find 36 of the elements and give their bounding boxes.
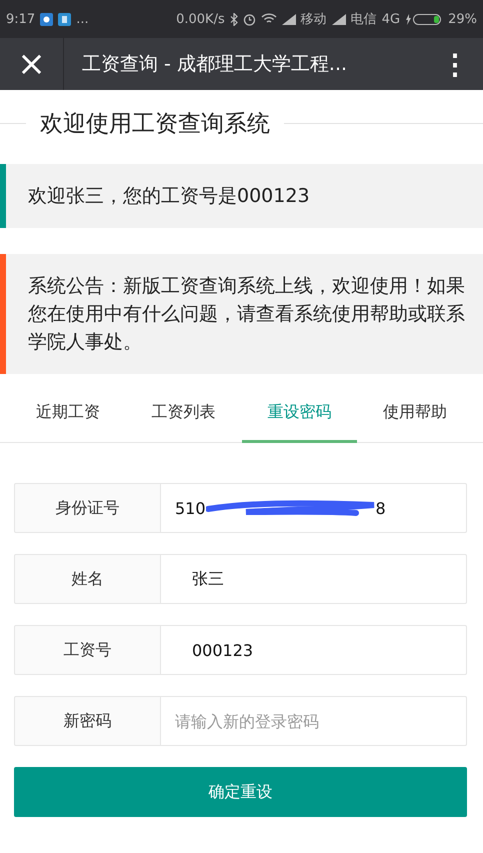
id-number-field[interactable]: 510 8 [161,483,467,533]
status-more: ... [76,12,89,26]
battery-icon [405,12,444,26]
status-time: 9:17 [6,12,36,26]
page-title: 工资查询 - 成都理工大学工程... [81,52,348,77]
alarm-icon [242,12,256,26]
carrier-name: 电信 [350,11,377,28]
reset-button[interactable]: 确定重设 [14,767,467,817]
field-value: 8 [376,498,386,518]
wifi-icon [260,13,277,25]
network-type: 4G [382,12,400,26]
menu-button[interactable]: ⋮ [435,48,475,80]
field-label: 身份证号 [14,483,161,533]
field-label: 新密码 [14,696,161,746]
carrier-name: 移动 [300,11,327,28]
input-field[interactable]: 张三 [161,554,467,604]
close-button[interactable]: × [0,38,64,90]
network-speed: 0.00K/s [176,12,225,26]
tab[interactable]: 工资列表 [126,384,242,443]
input-field[interactable]: 000123 [161,625,467,675]
page-heading: 欢迎使用工资查询系统 [39,110,271,138]
signal-icon [332,14,346,24]
notice-text: 系统公告：新版工资查询系统上线，欢迎使用！如果您在使用中有什么问题，请查看系统使用帮助或联系学院人事处。 [28,275,465,353]
tab[interactable]: 重设密码 [242,384,358,443]
tab[interactable]: 近期工资 [10,384,126,443]
signal-icon [282,14,296,24]
tab[interactable]: 使用帮助 [357,384,473,443]
app-notification-icon [40,12,54,26]
field-label: 工资号 [14,625,161,675]
field-value: 510 [175,498,206,518]
notice-text: 欢迎张三，您的工资号是000123 [28,185,310,207]
app-notification-icon [58,12,72,26]
battery-percent: 29% [448,12,477,26]
bluetooth-icon [230,12,238,26]
field-label: 姓名 [14,554,161,604]
password-field[interactable]: 请输入新的登录密码 [161,696,467,746]
